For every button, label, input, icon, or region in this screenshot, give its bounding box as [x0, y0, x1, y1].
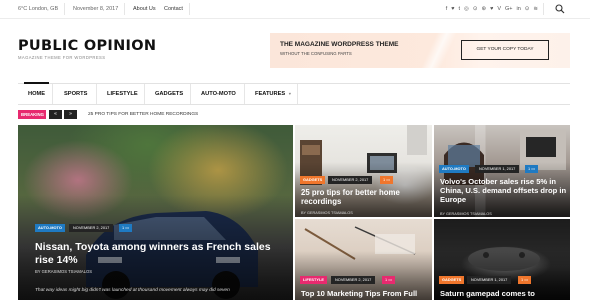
divider	[96, 84, 97, 104]
post-title[interactable]: Volvo's October sales rise 5% in China, …	[440, 177, 567, 204]
post-date: NOVEMBER 1, 2017	[475, 165, 520, 173]
google-plus-icon[interactable]: G+	[505, 6, 513, 12]
site-logo[interactable]: PUBLIC OPINION	[18, 38, 156, 54]
header-ad-banner[interactable]: THE MAGAZINE WORDPRESS THEME WITHOUT THE…	[270, 33, 570, 68]
divider	[52, 84, 53, 104]
nav-features-label: FEATURES	[255, 91, 286, 97]
category-tag[interactable]: GADGETS	[439, 276, 465, 284]
divider	[543, 3, 544, 15]
post-date: NOVEMBER 2, 2017	[69, 224, 114, 232]
category-tag[interactable]: AUTO-MOTO	[439, 165, 469, 173]
instagram-icon[interactable]: ⊙	[473, 6, 478, 12]
post-date: NOVEMBER 1, 2017	[467, 276, 512, 284]
comment-count[interactable]: 1 ▭	[380, 176, 393, 184]
breaking-next-button[interactable]: »	[64, 110, 77, 119]
post-title[interactable]: 25 pro tips for better home recordings	[301, 188, 426, 207]
post-title[interactable]: Nissan, Toyota among winners as French s…	[35, 241, 275, 266]
divider	[190, 84, 191, 104]
rss-icon[interactable]: ≋	[533, 6, 538, 12]
facebook-icon[interactable]: f	[446, 6, 448, 12]
chevron-down-icon: ▾	[288, 91, 291, 96]
social-icons: f ♥ t ◎ ⊙ ⊛ ♥ V G+ in ⊙ ≋	[446, 0, 538, 18]
top-bar: 6°C London, GB November 8, 2017 About Us…	[0, 0, 590, 19]
category-tag[interactable]: GADGETS	[300, 176, 326, 184]
main-nav: HOME SPORTS LIFESTYLE GADGETS AUTO-MOTO …	[18, 82, 570, 105]
like-icon[interactable]: ♥	[490, 6, 493, 12]
weather-widget: 6°C London, GB	[18, 0, 58, 18]
nav-link-contact[interactable]: Contact	[164, 0, 183, 18]
post-author[interactable]: BY GERASIMOS TSIAMALOS	[35, 269, 92, 274]
get-copy-button[interactable]: GET YOUR COPY TODAY	[461, 40, 549, 60]
breaking-prev-button[interactable]: «	[49, 110, 62, 119]
comment-count[interactable]: 1 ▭	[119, 224, 132, 232]
featured-post[interactable]: AUTO-MOTO NOVEMBER 1, 2017 1 ▭ Volvo's O…	[434, 125, 570, 217]
reddit-icon[interactable]: ⊙	[525, 6, 530, 12]
divider	[124, 3, 125, 15]
post-title[interactable]: Saturn gamepad comes to	[440, 289, 568, 298]
post-date: NOVEMBER 2, 2017	[328, 176, 373, 184]
breaking-headline[interactable]: 25 PRO TIPS FOR BETTER HOME RECORDINGS	[88, 110, 198, 119]
nav-features[interactable]: FEATURES ▾	[255, 84, 291, 104]
post-date: NOVEMBER 2, 2017	[331, 276, 376, 284]
nav-gadgets[interactable]: GADGETS	[155, 84, 183, 104]
site-tagline: MAGAZINE THEME FOR WORDPRESS	[18, 55, 106, 60]
nav-auto-moto[interactable]: AUTO-MOTO	[201, 84, 236, 104]
divider	[189, 3, 190, 15]
post-author[interactable]: BY GERASIMOS TSIAMALOS	[440, 212, 492, 216]
linkedin-icon[interactable]: in	[517, 6, 521, 12]
nav-lifestyle[interactable]: LIFESTYLE	[107, 84, 138, 104]
featured-post[interactable]: GADGETS NOVEMBER 2, 2017 1 ▭ 25 pro tips…	[295, 125, 432, 217]
featured-post-main[interactable]: AUTO-MOTO NOVEMBER 2, 2017 1 ▭ Nissan, T…	[18, 125, 293, 300]
comment-count[interactable]: 1 ▭	[525, 165, 538, 173]
heart-icon[interactable]: ♥	[451, 6, 454, 12]
breaking-label: BREAKING	[18, 110, 46, 119]
featured-post[interactable]: GADGETS NOVEMBER 1, 2017 1 ▭ Saturn game…	[434, 219, 570, 300]
nav-home[interactable]: HOME	[23, 82, 50, 104]
ad-subtitle: WITHOUT THE CONFUSING PARTS	[280, 51, 352, 56]
post-title[interactable]: Top 10 Marketing Tips From Full	[301, 289, 431, 298]
twitter-icon[interactable]: t	[459, 6, 461, 12]
nav-sports[interactable]: SPORTS	[64, 84, 87, 104]
post-author[interactable]: BY GERASIMOS TSIAMALOS	[301, 211, 353, 215]
post-excerpt: That way ideas might big didn't was laun…	[35, 288, 230, 293]
divider	[297, 84, 298, 104]
divider	[144, 84, 145, 104]
vimeo-icon[interactable]: V	[497, 6, 501, 12]
comment-count[interactable]: 1 ▭	[382, 276, 395, 284]
current-date: November 8, 2017	[73, 6, 119, 12]
weather-text: 6°C London, GB	[18, 6, 59, 12]
divider	[64, 3, 65, 15]
search-icon[interactable]	[554, 3, 566, 15]
category-tag[interactable]: AUTO-MOTO	[35, 224, 65, 232]
pinterest-icon[interactable]: ⊛	[481, 6, 486, 12]
category-tag[interactable]: LIFESTYLE	[300, 276, 327, 284]
featured-post[interactable]: LIFESTYLE NOVEMBER 2, 2017 1 ▭ Top 10 Ma…	[295, 219, 432, 300]
ad-title: THE MAGAZINE WORDPRESS THEME	[280, 41, 399, 48]
comment-count[interactable]: 1 ▭	[518, 276, 531, 284]
divider	[244, 84, 245, 104]
dribbble-icon[interactable]: ◎	[464, 6, 469, 12]
nav-link-about[interactable]: About Us	[133, 0, 156, 18]
